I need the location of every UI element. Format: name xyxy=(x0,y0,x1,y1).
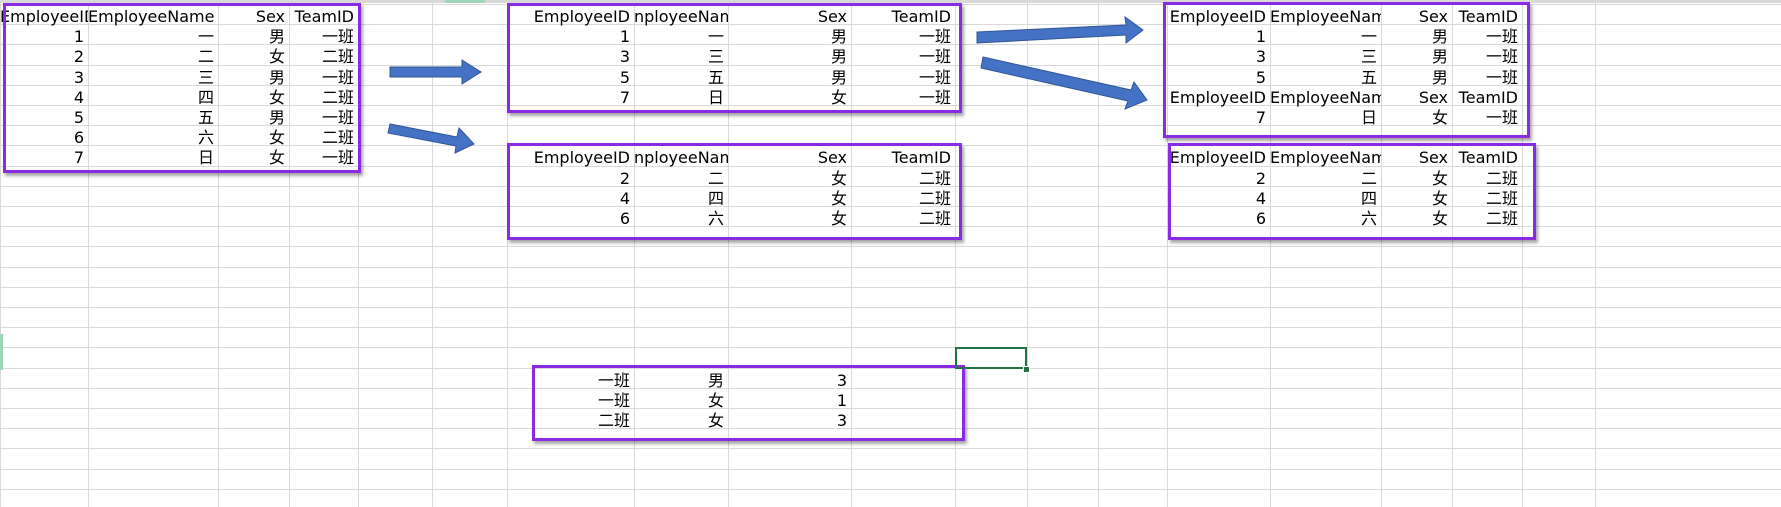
source-table-cell[interactable]: 7 xyxy=(0,146,88,169)
team1-male-table-cell[interactable]: 3 xyxy=(1167,45,1270,68)
team2-female-table-cell[interactable]: 女 xyxy=(1381,207,1452,230)
source-table-cell[interactable]: 女 xyxy=(218,146,289,169)
team1-table-cell[interactable]: 男 xyxy=(728,45,851,68)
summary-table-cell[interactable]: 二班 xyxy=(507,409,634,432)
team1-male-table-cell[interactable]: 男 xyxy=(1381,45,1452,68)
team2-table-header-cell[interactable]: nployeeName xyxy=(634,146,728,169)
fill-handle[interactable] xyxy=(1023,366,1030,373)
team2-female-table-header-cell[interactable]: TeamID xyxy=(1452,146,1522,169)
team1-male-table-cell[interactable]: 一班 xyxy=(1452,45,1522,68)
summary-table-cell[interactable]: 女 xyxy=(634,409,728,432)
team1-table-cell[interactable]: 一班 xyxy=(851,86,955,109)
team1-table-cell[interactable]: 三 xyxy=(634,45,728,68)
team1-female-table-cell[interactable]: 7 xyxy=(1167,106,1270,129)
team1-female-table-cell[interactable]: 一班 xyxy=(1452,106,1522,129)
source-table-cell[interactable]: 一班 xyxy=(289,146,358,169)
team2-female-table-cell[interactable]: 6 xyxy=(1167,207,1270,230)
team2-female-table-header-cell[interactable]: EmployeeName xyxy=(1270,146,1381,169)
source-table-cell[interactable]: 二 xyxy=(88,45,218,68)
team1-table-cell[interactable]: 一班 xyxy=(851,45,955,68)
team2-table-header-cell[interactable]: EmployeeID xyxy=(507,146,634,169)
team2-female-table-cell[interactable]: 二班 xyxy=(1452,207,1522,230)
team2-female-table-header-cell[interactable]: EmployeeID xyxy=(1167,146,1270,169)
source-table-cell[interactable]: 女 xyxy=(218,45,289,68)
team1-table-cell[interactable]: 女 xyxy=(728,86,851,109)
team1-table-cell[interactable]: 7 xyxy=(507,86,634,109)
team2-table-cell[interactable]: 二班 xyxy=(851,207,955,230)
team2-table-header-cell[interactable]: Sex xyxy=(728,146,851,169)
team1-female-table-cell[interactable]: 女 xyxy=(1381,106,1452,129)
team2-female-table-cell[interactable]: 六 xyxy=(1270,207,1381,230)
active-cell[interactable] xyxy=(955,347,1027,369)
team2-table-cell[interactable]: 六 xyxy=(634,207,728,230)
team2-female-table-header-cell[interactable]: Sex xyxy=(1381,146,1452,169)
source-table-cell[interactable]: 日 xyxy=(88,146,218,169)
source-table-cell[interactable]: 2 xyxy=(0,45,88,68)
source-table-cell[interactable]: 二班 xyxy=(289,45,358,68)
team1-table-cell[interactable]: 日 xyxy=(634,86,728,109)
team2-table-header-cell[interactable]: TeamID xyxy=(851,146,955,169)
team2-table-cell[interactable]: 6 xyxy=(507,207,634,230)
team1-female-table-cell[interactable]: 日 xyxy=(1270,106,1381,129)
summary-table-cell[interactable]: 3 xyxy=(728,409,851,432)
team2-table-cell[interactable]: 女 xyxy=(728,207,851,230)
team1-table-cell[interactable]: 3 xyxy=(507,45,634,68)
team1-male-table-cell[interactable]: 三 xyxy=(1270,45,1381,68)
selected-row-marker[interactable] xyxy=(0,350,3,370)
